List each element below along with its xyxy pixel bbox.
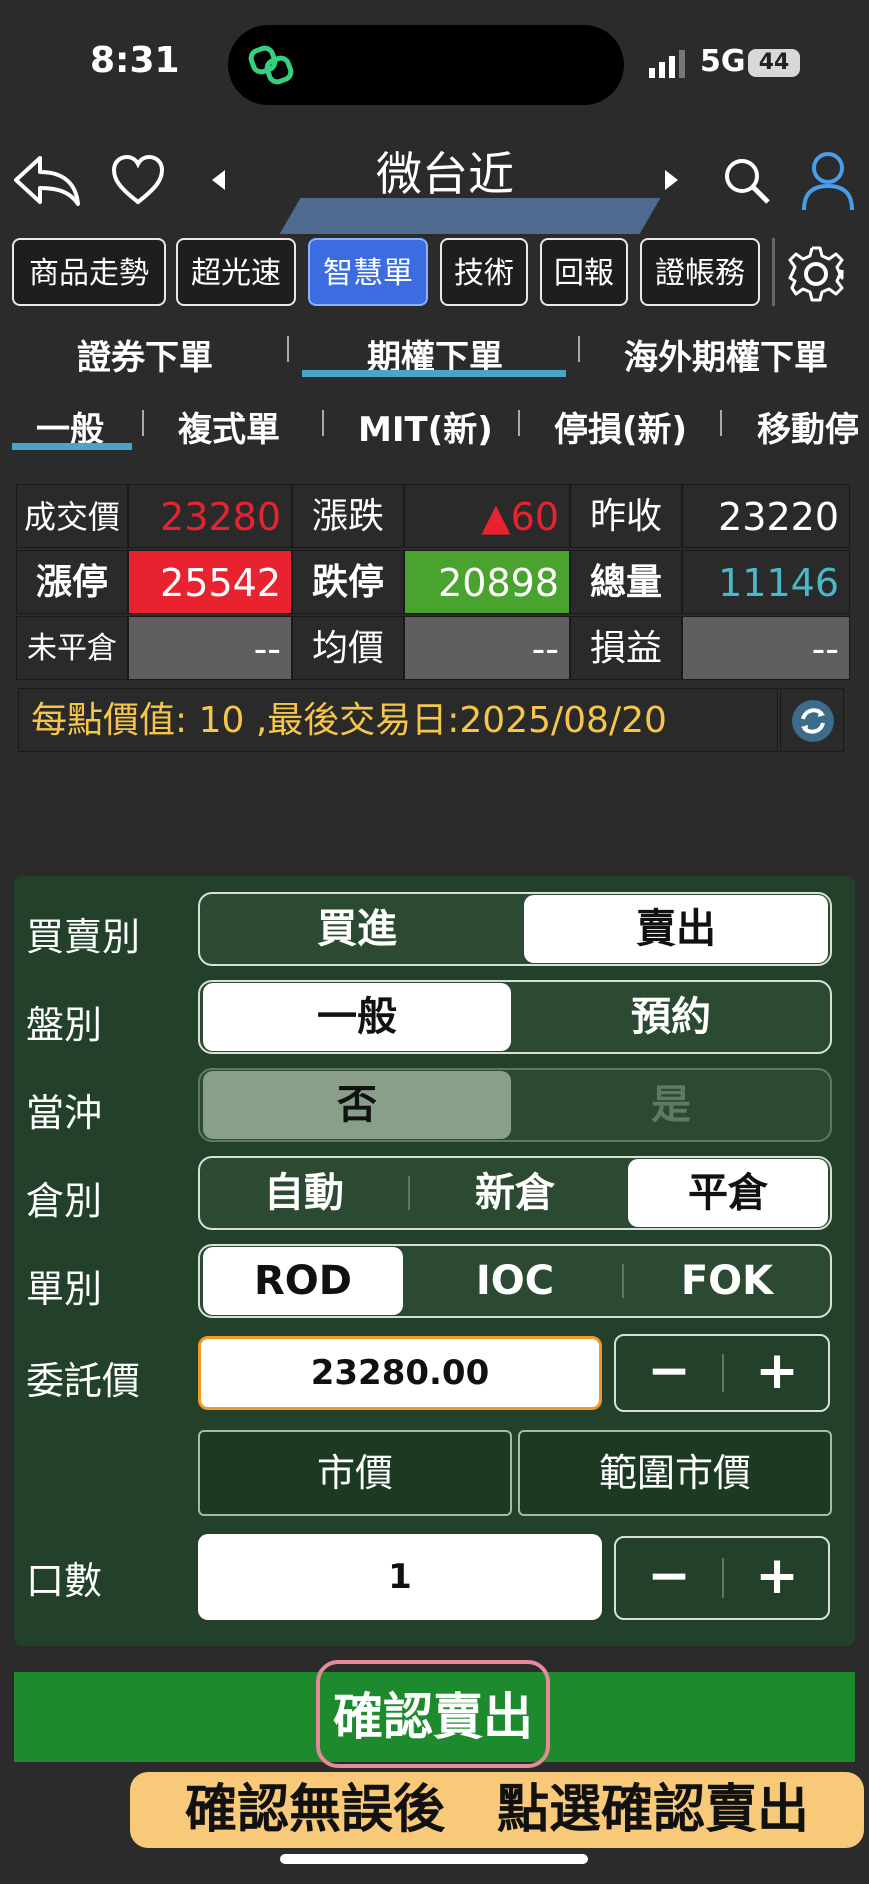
divider	[408, 1176, 410, 1210]
price-input[interactable]: 23280.00	[198, 1336, 602, 1410]
side-selector: 買進 賣出	[198, 892, 832, 966]
last-price-label: 成交價	[16, 484, 128, 548]
home-indicator	[280, 1854, 588, 1864]
refresh-button[interactable]	[780, 688, 844, 752]
divider	[142, 410, 144, 436]
contract-info: 每點價值: 10 ,最後交易日:2025/08/20	[18, 688, 778, 752]
quantity-label: 口數	[26, 1559, 103, 1603]
tab-account[interactable]: 證帳務	[640, 238, 760, 306]
order-type-label: 單別	[26, 1267, 103, 1311]
range-market-price-button[interactable]: 範圍市價	[518, 1430, 832, 1516]
daytrade-no-option[interactable]: 否	[203, 1071, 511, 1139]
side-sell-option[interactable]: 賣出	[524, 895, 828, 963]
search-icon[interactable]	[722, 156, 772, 206]
price-stepper: − +	[614, 1334, 830, 1412]
subtab-mit[interactable]: MIT(新)	[358, 402, 493, 451]
session-label: 盤別	[26, 1003, 103, 1047]
open-position-label: 未平倉	[16, 616, 128, 680]
product-title[interactable]: 微台近	[340, 138, 550, 204]
divider	[287, 336, 289, 362]
avg-price-value: --	[404, 616, 570, 680]
side-label: 買賣別	[26, 915, 141, 959]
prev-product-arrow-icon[interactable]	[212, 170, 225, 190]
avg-price-label: 均價	[292, 616, 404, 680]
signal-icon	[649, 50, 685, 78]
order-type-rod-option[interactable]: ROD	[203, 1247, 403, 1315]
settings-gear-icon[interactable]	[786, 244, 846, 304]
position-auto-option[interactable]: 自動	[202, 1159, 406, 1227]
position-label: 倉別	[26, 1179, 103, 1223]
user-account-icon[interactable]	[800, 150, 856, 212]
tab-product-trend[interactable]: 商品走勢	[12, 238, 166, 306]
side-buy-option[interactable]: 買進	[202, 895, 512, 963]
last-price-value: 23280	[128, 484, 292, 548]
daytrade-selector: 否 是	[198, 1068, 832, 1142]
order-type-ioc-option[interactable]: IOC	[412, 1247, 618, 1315]
tab-smart-order[interactable]: 智慧單	[308, 238, 428, 306]
position-close-option[interactable]: 平倉	[628, 1159, 828, 1227]
price-plus-button[interactable]: +	[724, 1336, 830, 1410]
quantity-minus-button[interactable]: −	[616, 1538, 722, 1618]
network-type: 5G	[700, 44, 746, 79]
session-selector: 一般 預約	[198, 980, 832, 1054]
pnl-value: --	[682, 616, 850, 680]
limit-down-label: 跌停	[292, 550, 404, 614]
divider	[622, 1264, 624, 1298]
limit-up-value: 25542	[128, 550, 292, 614]
quantity-input[interactable]: 1	[198, 1534, 602, 1620]
dynamic-island	[228, 25, 624, 105]
quantity-stepper: − +	[614, 1536, 830, 1620]
quantity-plus-button[interactable]: +	[724, 1538, 830, 1618]
limit-down-value: 20898	[404, 550, 570, 614]
session-normal-option[interactable]: 一般	[203, 983, 511, 1051]
open-position-value: --	[128, 616, 292, 680]
prev-close-label: 昨收	[570, 484, 682, 548]
battery-icon: 44	[748, 49, 800, 77]
order-type-fok-option[interactable]: FOK	[626, 1247, 828, 1315]
market-price-button[interactable]: 市價	[198, 1430, 512, 1516]
active-subtab-underline	[12, 443, 132, 450]
back-icon[interactable]	[12, 152, 82, 208]
tab-report[interactable]: 回報	[540, 238, 628, 306]
daytrade-yes-option: 是	[651, 1082, 691, 1128]
tab-securities-order[interactable]: 證券下單	[40, 330, 250, 379]
confirm-highlight-frame	[316, 1660, 550, 1768]
divider	[720, 410, 722, 436]
position-new-option[interactable]: 新倉	[412, 1159, 618, 1227]
prev-close-value: 23220	[682, 484, 850, 548]
divider	[518, 410, 520, 436]
price-label: 委託價	[26, 1359, 141, 1403]
session-reserve-option[interactable]: 預約	[516, 983, 826, 1051]
volume-value: 11146	[682, 550, 850, 614]
favorite-heart-icon[interactable]	[110, 154, 166, 206]
volume-label: 總量	[570, 550, 682, 614]
change-value: ▲60	[404, 484, 570, 548]
tab-separator	[772, 238, 775, 306]
daytrade-label: 當沖	[26, 1091, 103, 1135]
pnl-label: 損益	[570, 616, 682, 680]
subtab-trailing-stop[interactable]: 移動停	[757, 402, 869, 451]
price-minus-button[interactable]: −	[616, 1336, 722, 1410]
next-product-arrow-icon[interactable]	[665, 170, 678, 190]
tab-technical[interactable]: 技術	[440, 238, 528, 306]
status-time: 8:31	[90, 40, 180, 81]
link-app-icon	[248, 45, 294, 85]
subtab-combo[interactable]: 複式單	[178, 402, 280, 451]
tab-overseas-options-order[interactable]: 海外期權下單	[606, 330, 846, 379]
active-tab-underline	[302, 370, 566, 377]
divider	[578, 336, 580, 362]
order-type-selector: ROD IOC FOK	[198, 1244, 832, 1318]
subtab-stop-loss[interactable]: 停損(新)	[554, 402, 687, 451]
instruction-banner: 確認無誤後 點選確認賣出	[130, 1772, 864, 1848]
change-label: 漲跌	[292, 484, 404, 548]
tab-ultra-speed[interactable]: 超光速	[176, 238, 296, 306]
refresh-icon	[792, 700, 834, 742]
position-selector: 自動 新倉 平倉	[198, 1156, 832, 1230]
divider	[322, 410, 324, 436]
limit-up-label: 漲停	[16, 550, 128, 614]
